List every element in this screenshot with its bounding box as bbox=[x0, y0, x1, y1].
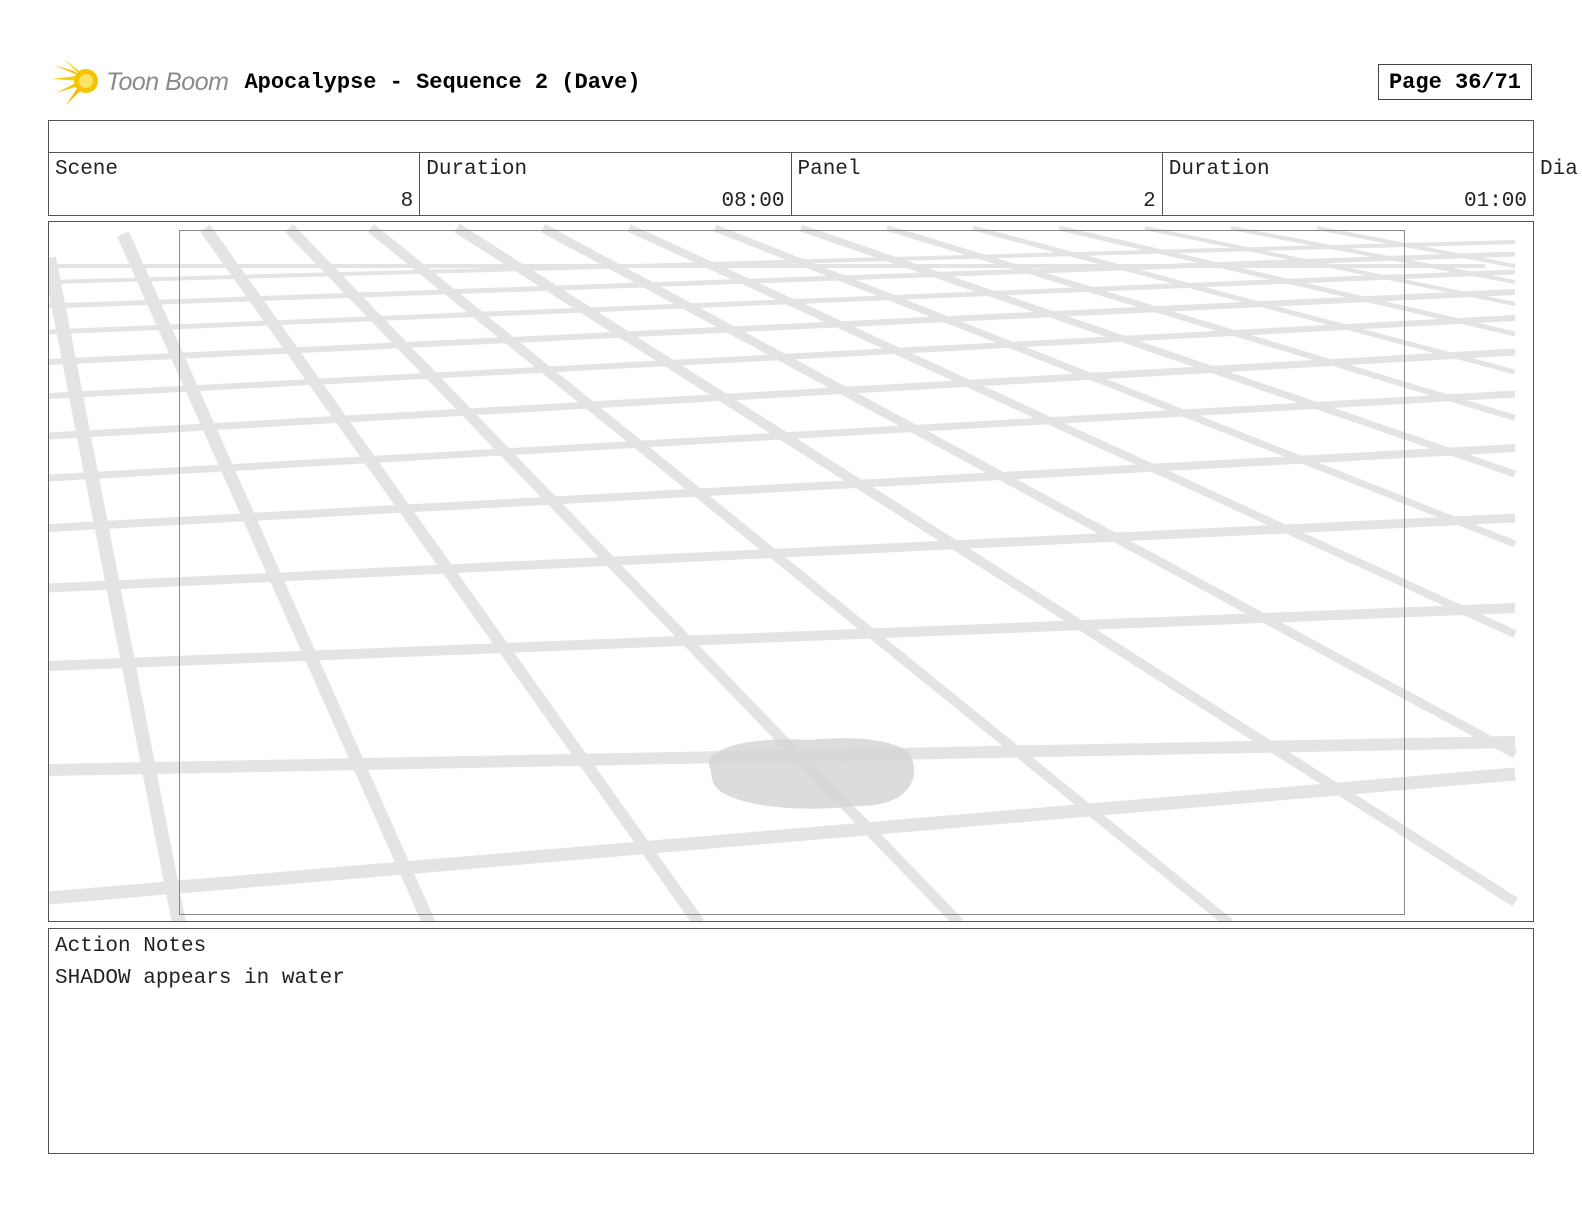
storyboard-panel bbox=[48, 221, 1534, 922]
panel-cell: Panel 2 bbox=[792, 152, 1163, 215]
scene-label: Scene bbox=[55, 158, 119, 181]
dialog-label: Dia bbox=[1540, 158, 1578, 181]
scene-value: 8 bbox=[400, 190, 414, 213]
toon-boom-logo-icon bbox=[52, 59, 98, 105]
logo-text: Toon Boom bbox=[106, 67, 229, 96]
scene-duration-label: Duration bbox=[426, 158, 528, 181]
panel-duration-value: 01:00 bbox=[1463, 190, 1527, 213]
scene-duration-value: 08:00 bbox=[721, 190, 785, 213]
action-notes-text: SHADOW appears in water bbox=[55, 967, 345, 990]
panel-value: 2 bbox=[1143, 190, 1156, 213]
panel-duration-label: Duration bbox=[1168, 158, 1270, 181]
logo: Toon Boom bbox=[52, 56, 229, 108]
scene-duration-cell: Duration 08:00 bbox=[420, 152, 792, 215]
panel-duration-cell: Duration 01:00 bbox=[1163, 152, 1533, 215]
action-notes-label: Action Notes bbox=[55, 935, 207, 958]
action-notes: Action Notes SHADOW appears in water bbox=[48, 928, 1534, 1154]
document-title: Apocalypse - Sequence 2 (Dave) bbox=[244, 69, 641, 95]
panel-label: Panel bbox=[797, 158, 861, 181]
camera-frame bbox=[179, 230, 1405, 915]
top-strip bbox=[48, 120, 1534, 153]
scene-cell: Scene 8 bbox=[49, 152, 421, 215]
header: Toon Boom Apocalypse - Sequence 2 (Dave) bbox=[52, 56, 641, 108]
page-indicator: Page 36/71 bbox=[1378, 64, 1532, 100]
info-row: Scene 8 Duration 08:00 Panel 2 Duration … bbox=[48, 152, 1534, 216]
